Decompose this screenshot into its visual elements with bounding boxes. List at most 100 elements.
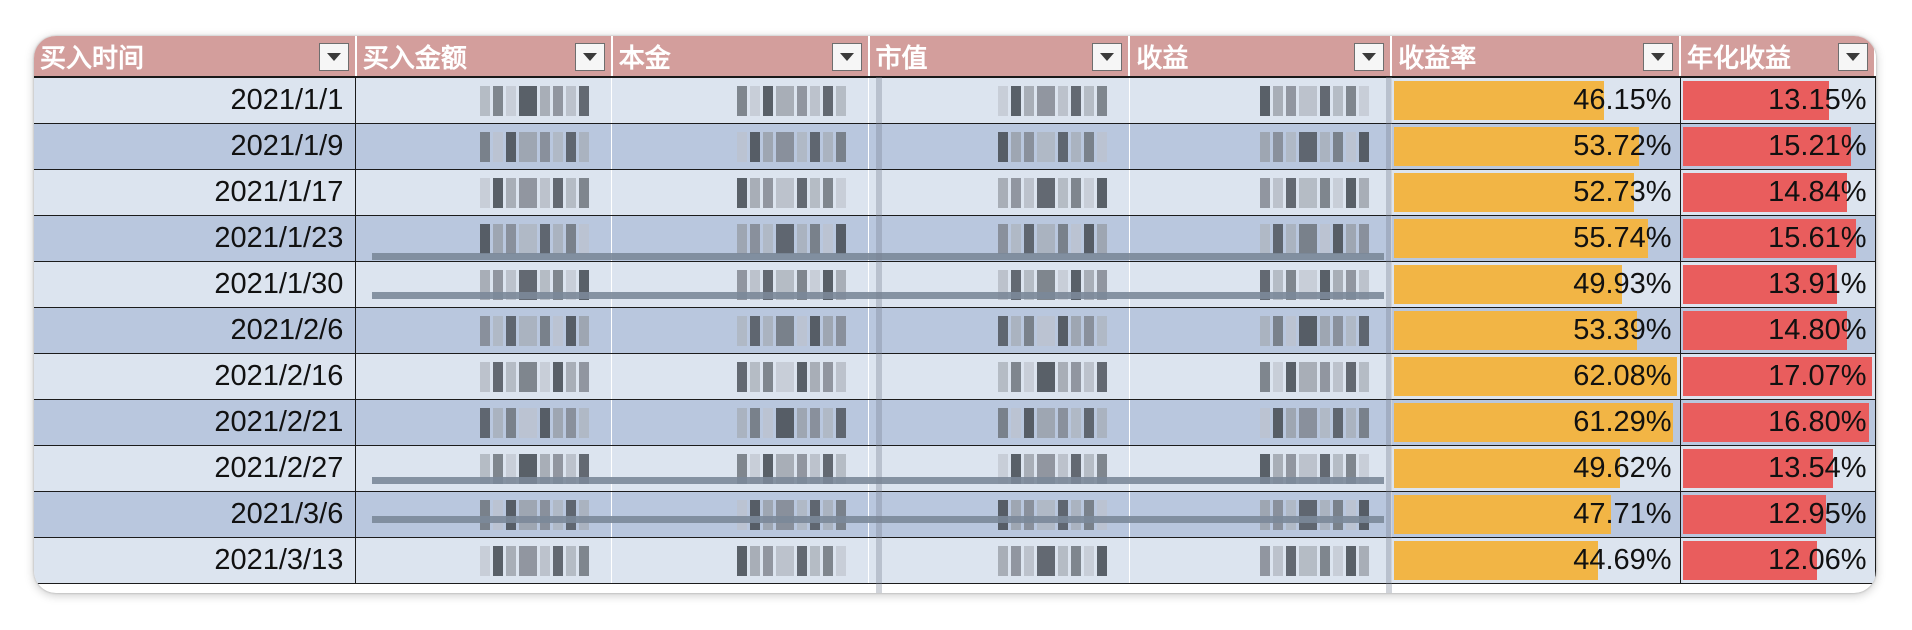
blurred-value-cell[interactable] — [611, 123, 870, 170]
yield-rate-cell[interactable]: 44.69% — [1391, 537, 1681, 584]
blurred-value-cell[interactable] — [611, 307, 870, 354]
buy-date-cell[interactable]: 2021/1/9 — [34, 123, 357, 170]
redaction-mosaic — [1259, 131, 1369, 162]
redaction-shade — [876, 77, 882, 593]
annualized-return-cell[interactable]: 15.21% — [1680, 123, 1876, 170]
buy-date-cell[interactable]: 2021/1/17 — [34, 169, 357, 216]
blurred-value-cell[interactable] — [355, 307, 613, 354]
yield-rate-cell[interactable]: 55.74% — [1391, 215, 1681, 262]
blurred-value-cell[interactable] — [355, 537, 613, 584]
filter-dropdown-button[interactable] — [1838, 43, 1868, 71]
yield-rate-cell[interactable]: 53.39% — [1391, 307, 1681, 354]
blurred-value-cell[interactable] — [355, 123, 613, 170]
blurred-value-cell[interactable] — [1129, 491, 1392, 538]
blurred-value-cell[interactable] — [355, 399, 613, 446]
annualized-return-cell[interactable]: 15.61% — [1680, 215, 1876, 262]
blurred-value-cell[interactable] — [611, 353, 870, 400]
blurred-value-cell[interactable] — [611, 445, 870, 492]
blurred-value-cell[interactable] — [868, 445, 1130, 492]
annualized-return-cell[interactable]: 12.95% — [1680, 491, 1876, 538]
yield-rate-cell[interactable]: 62.08% — [1391, 353, 1681, 400]
blurred-value-cell[interactable] — [611, 261, 870, 308]
blurred-value-cell[interactable] — [355, 169, 613, 216]
redaction-mosaic — [480, 131, 590, 162]
filter-dropdown-button[interactable] — [831, 43, 862, 71]
annualized-return-cell[interactable]: 12.06% — [1680, 537, 1876, 584]
blurred-value-cell[interactable] — [1129, 445, 1392, 492]
blurred-value-cell[interactable] — [1129, 307, 1392, 354]
yield-rate-cell[interactable]: 49.62% — [1391, 445, 1681, 492]
blurred-value-cell[interactable] — [355, 261, 613, 308]
redaction-mosaic — [997, 499, 1107, 530]
yield-rate-cell[interactable]: 47.71% — [1391, 491, 1681, 538]
header-label: 买入时间 — [40, 43, 145, 74]
buy-date-cell[interactable]: 2021/2/6 — [34, 307, 357, 354]
filter-dropdown-button[interactable] — [1092, 43, 1123, 71]
annualized-return-cell[interactable]: 17.07% — [1680, 353, 1876, 400]
blurred-value-cell[interactable] — [868, 261, 1130, 308]
percent-value: 16.80% — [1768, 406, 1867, 438]
blurred-value-cell[interactable] — [611, 77, 870, 124]
annualized-return-cell[interactable]: 13.15% — [1680, 77, 1876, 124]
yield-rate-cell[interactable]: 61.29% — [1391, 399, 1681, 446]
blurred-value-cell[interactable] — [868, 353, 1130, 400]
filter-dropdown-button[interactable] — [1643, 43, 1674, 71]
blurred-value-cell[interactable] — [611, 399, 870, 446]
chevron-down-icon — [1651, 53, 1666, 61]
buy-date-cell[interactable]: 2021/3/6 — [34, 491, 357, 538]
blurred-value-cell[interactable] — [1129, 537, 1392, 584]
annualized-return-cell[interactable]: 16.80% — [1680, 399, 1876, 446]
blurred-value-cell[interactable] — [1129, 169, 1392, 216]
redaction-mosaic — [480, 545, 590, 576]
blurred-value-cell[interactable] — [355, 491, 613, 538]
blurred-value-cell[interactable] — [868, 123, 1130, 170]
redaction-mosaic — [480, 86, 590, 116]
blurred-value-cell[interactable] — [355, 77, 613, 124]
blurred-value-cell[interactable] — [1129, 123, 1392, 170]
annualized-return-cell[interactable]: 14.84% — [1680, 169, 1876, 216]
percent-value: 52.73% — [1573, 176, 1672, 208]
blurred-value-cell[interactable] — [1129, 261, 1392, 308]
percent-value: 15.21% — [1768, 130, 1867, 162]
yield-rate-cell[interactable]: 52.73% — [1391, 169, 1681, 216]
blurred-value-cell[interactable] — [868, 491, 1130, 538]
redaction-mosaic — [997, 131, 1107, 162]
chevron-down-icon — [582, 53, 597, 61]
blurred-value-cell[interactable] — [1129, 77, 1392, 124]
filter-dropdown-button[interactable] — [1354, 43, 1385, 71]
blurred-value-cell[interactable] — [868, 537, 1130, 584]
blurred-value-cell[interactable] — [1129, 353, 1392, 400]
blurred-value-cell[interactable] — [611, 537, 870, 584]
blurred-value-cell[interactable] — [611, 169, 870, 216]
blurred-value-cell[interactable] — [868, 77, 1130, 124]
table-row: 2021/2/27 49.62% 13.54% — [34, 445, 1876, 492]
buy-date-cell[interactable]: 2021/2/16 — [34, 353, 357, 400]
annualized-return-cell[interactable]: 13.54% — [1680, 445, 1876, 492]
filter-dropdown-button[interactable] — [574, 43, 605, 71]
buy-date-cell[interactable]: 2021/3/13 — [34, 537, 357, 584]
annualized-return-cell[interactable]: 14.80% — [1680, 307, 1876, 354]
buy-date-cell[interactable]: 2021/2/27 — [34, 445, 357, 492]
blurred-value-cell[interactable] — [868, 307, 1130, 354]
redaction-mosaic — [480, 499, 590, 530]
redaction-mosaic — [480, 177, 590, 208]
blurred-value-cell[interactable] — [1129, 399, 1392, 446]
chevron-down-icon — [1846, 53, 1860, 61]
yield-rate-cell[interactable]: 49.93% — [1391, 261, 1681, 308]
buy-date-cell[interactable]: 2021/2/21 — [34, 399, 357, 446]
yield-rate-cell[interactable]: 53.72% — [1391, 123, 1681, 170]
blurred-value-cell[interactable] — [355, 445, 613, 492]
annualized-return-cell[interactable]: 13.91% — [1680, 261, 1876, 308]
header-annualized-return: 年化收益 — [1680, 36, 1876, 78]
buy-date-cell[interactable]: 2021/1/23 — [34, 215, 357, 262]
yield-rate-cell[interactable]: 46.15% — [1391, 77, 1681, 124]
blurred-value-cell[interactable] — [611, 491, 870, 538]
filter-dropdown-button[interactable] — [318, 43, 349, 71]
percent-value: 49.93% — [1573, 268, 1672, 300]
blurred-value-cell[interactable] — [868, 169, 1130, 216]
blurred-value-cell[interactable] — [355, 353, 613, 400]
table-body: 2021/1/1 46.15% 13.15% 2021/1/9 53.72% 15.21%… — [34, 77, 1876, 584]
buy-date-cell[interactable]: 2021/1/1 — [34, 77, 357, 124]
blurred-value-cell[interactable] — [868, 399, 1130, 446]
buy-date-cell[interactable]: 2021/1/30 — [34, 261, 357, 308]
